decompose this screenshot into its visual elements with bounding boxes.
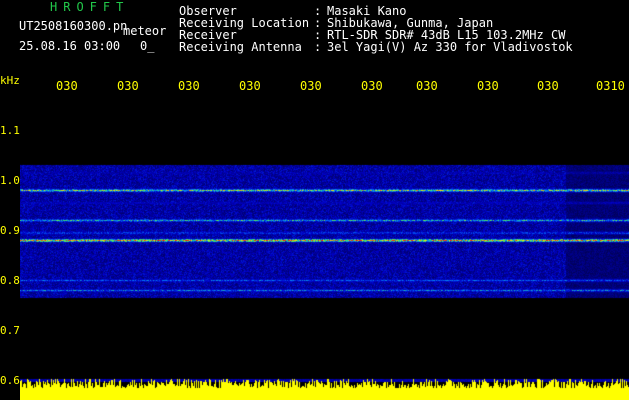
antenna-value: 3el Yagi(V) Az 330 for Vladivostok <box>327 40 573 54</box>
time-tick-label: 030 <box>56 79 78 93</box>
spectrogram-canvas <box>20 95 629 400</box>
antenna-separator: : <box>314 40 322 54</box>
time-tick-label: 030 <box>416 79 438 93</box>
misc-value: 0_ <box>140 39 155 53</box>
freq-tick-label: 0.6 <box>0 374 20 387</box>
mode-label: meteor <box>123 24 167 38</box>
app-title: HROFFT <box>50 0 130 14</box>
time-tick-label: 030 <box>361 79 383 93</box>
time-tick-label: 0310 <box>596 79 625 93</box>
freq-tick-label: 1.0 <box>0 174 20 187</box>
freq-tick-label: 0.8 <box>0 274 20 287</box>
time-tick-label: 030 <box>117 79 139 93</box>
freq-unit-label: kHz <box>0 74 20 87</box>
time-tick-label: 030 <box>178 79 200 93</box>
time-tick-label: 030 <box>239 79 261 93</box>
time-tick-label: 030 <box>537 79 559 93</box>
spectrogram-plot <box>20 95 629 400</box>
date-time: 25.08.16 03:00 <box>19 39 121 53</box>
freq-tick-label: 0.7 <box>0 324 20 337</box>
freq-tick-label: 1.1 <box>0 124 20 137</box>
time-tick-label: 030 <box>477 79 499 93</box>
antenna-label: Receiving Antenna <box>179 40 302 54</box>
file-name: UT2508160300.pn <box>19 19 128 33</box>
freq-tick-label: 0.9 <box>0 224 20 237</box>
time-tick-label: 030 <box>300 79 322 93</box>
